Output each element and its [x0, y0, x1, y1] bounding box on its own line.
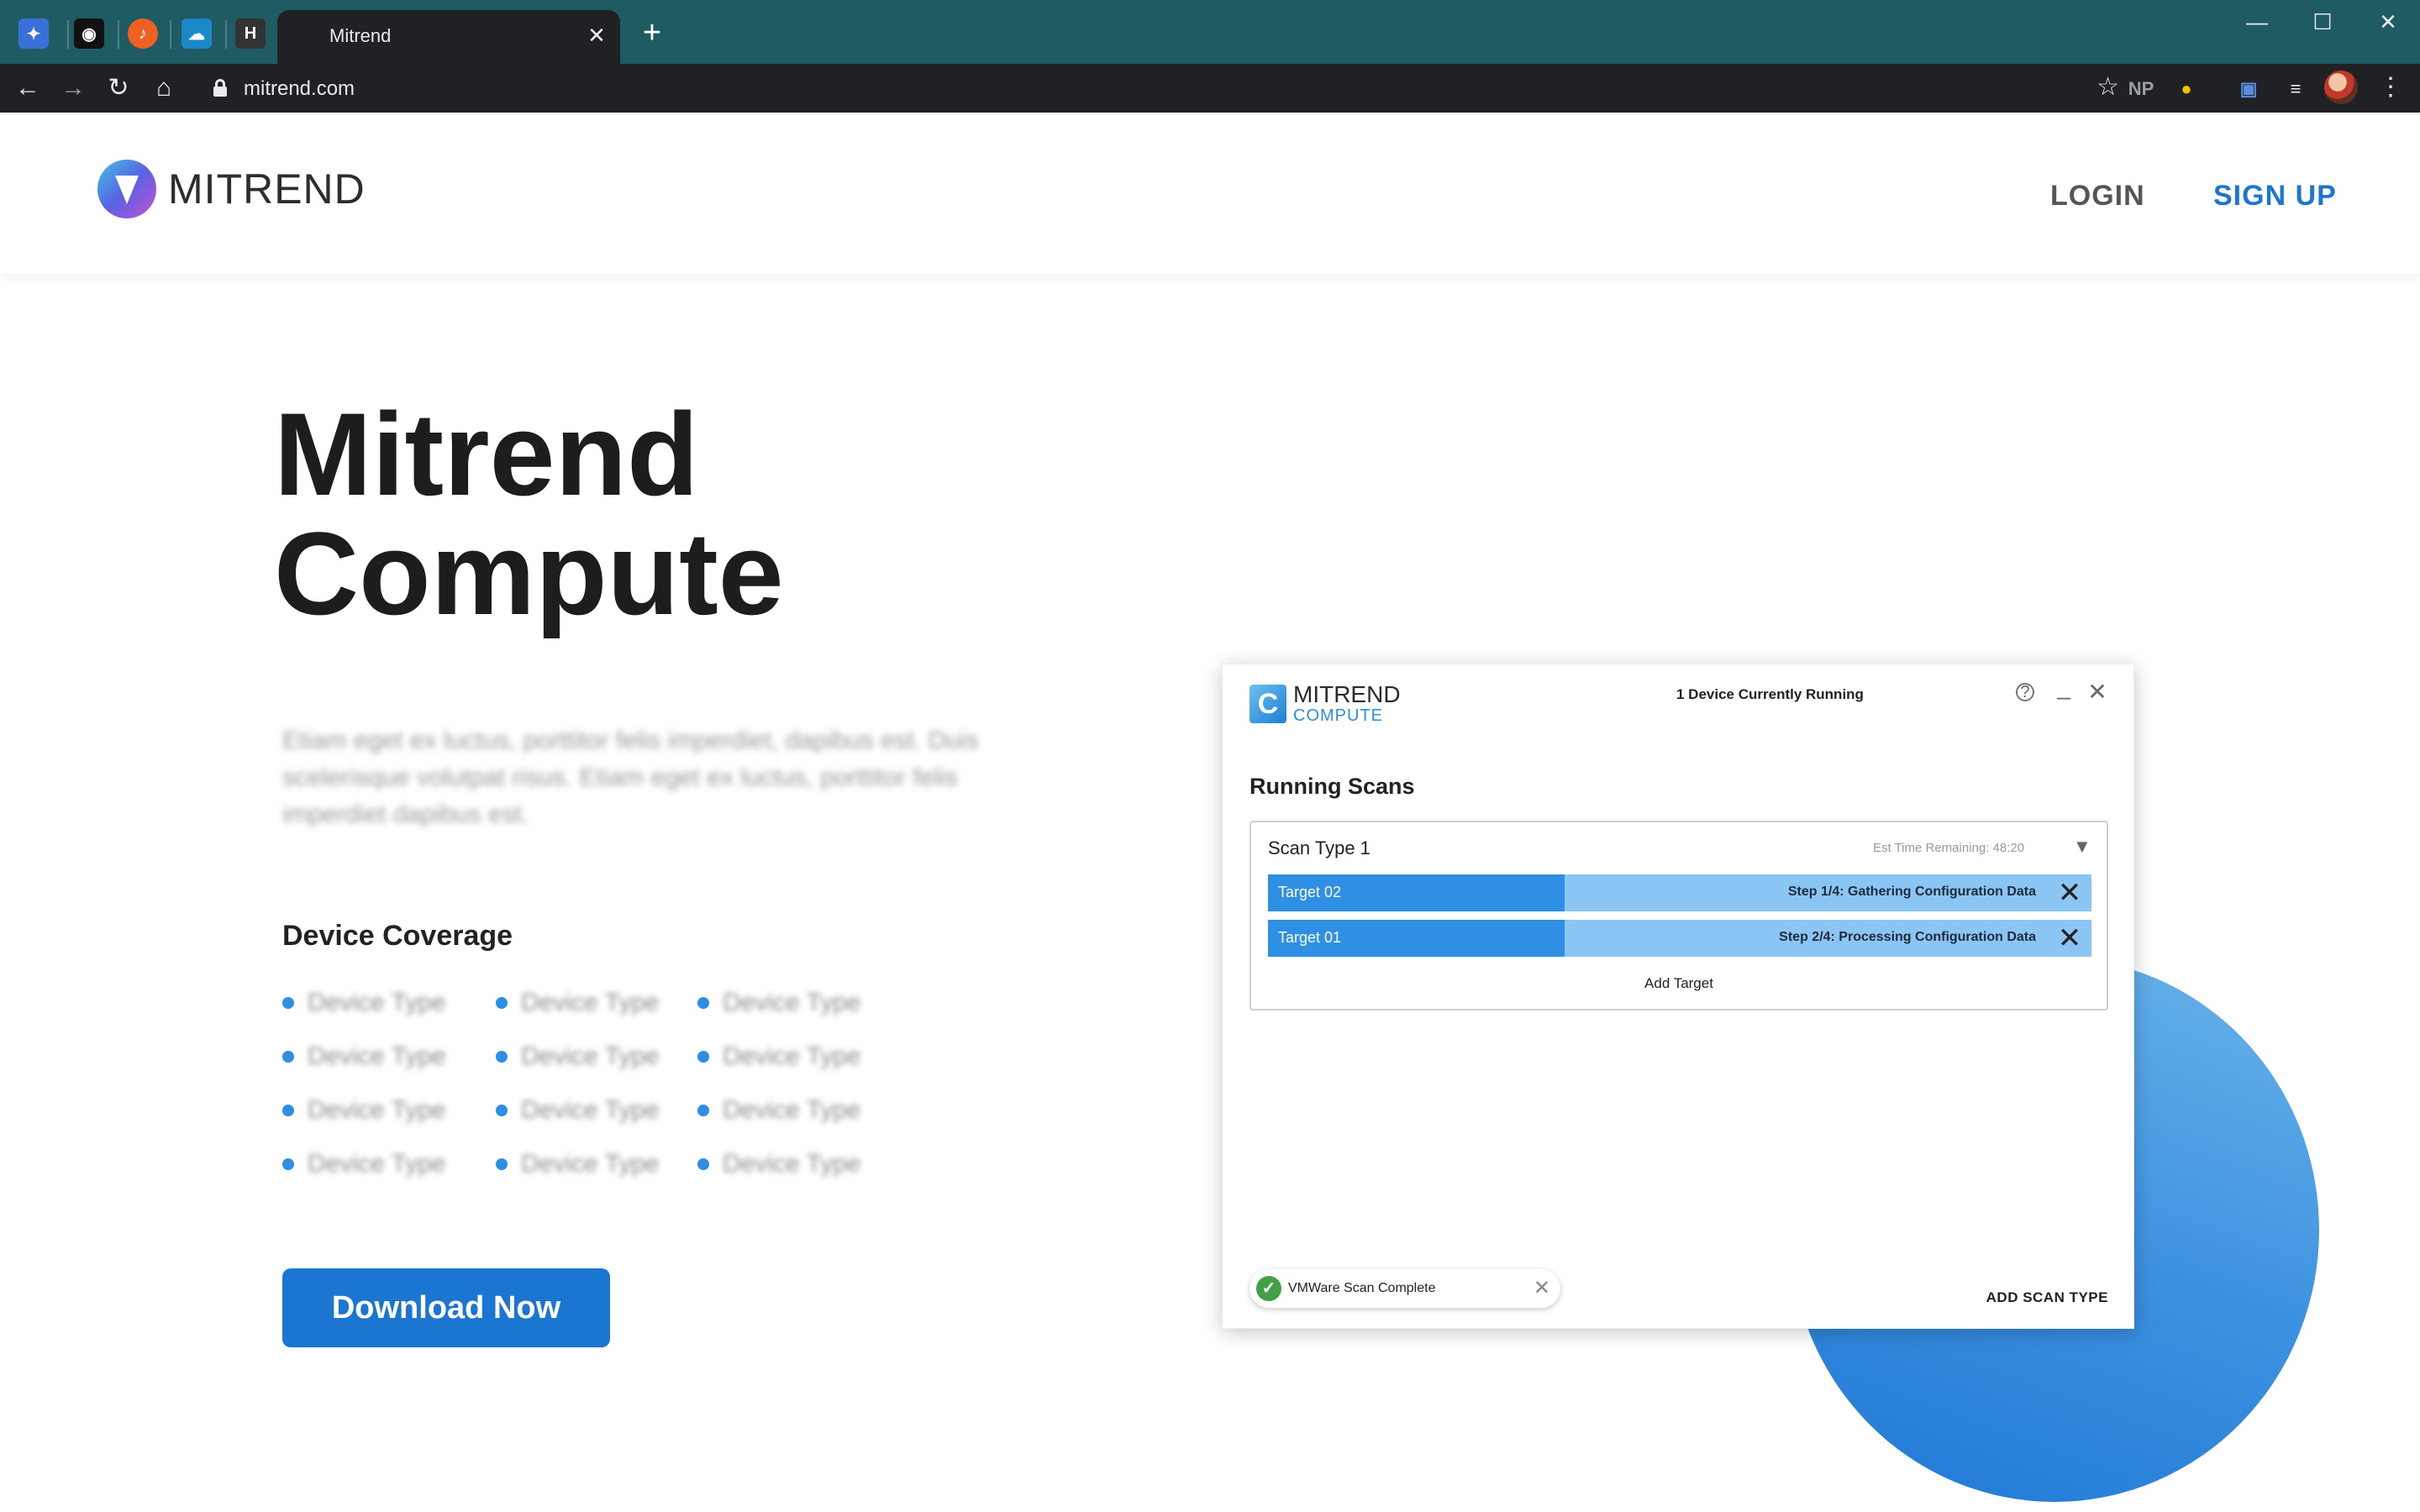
home-icon[interactable]: ⌂ — [148, 72, 180, 104]
help-icon[interactable]: ? — [2016, 683, 2034, 701]
media-queue-icon[interactable]: ≡ — [2282, 76, 2309, 102]
list-item: Device Type — [282, 1094, 446, 1127]
bullet-icon — [282, 1105, 294, 1116]
reload-icon[interactable]: ↻ — [103, 72, 134, 104]
tab-separator — [67, 20, 69, 49]
list-item: Device Type — [282, 1040, 446, 1074]
app-minimize-icon[interactable]: _ — [2049, 673, 2078, 701]
bullet-icon — [697, 997, 709, 1009]
target-step: Step 1/4: Gathering Configuration Data — [1787, 885, 2036, 899]
bullet-icon — [282, 1158, 294, 1170]
list-item: Device Type — [496, 986, 660, 1020]
url-text: mitrend.com — [244, 77, 355, 100]
est-time-remaining: Est Time Remaining: 48:20 — [1873, 841, 2025, 855]
scan-complete-toast: ✓ VMWare Scan Complete ✕ — [1249, 1269, 1560, 1308]
hero-title-line2: Compute — [274, 507, 784, 639]
bullet-icon — [697, 1105, 709, 1116]
cast-icon[interactable]: ▣ — [2235, 76, 2262, 102]
list-item: Device Type — [697, 986, 861, 1020]
app-close-icon[interactable]: ✕ — [2083, 678, 2112, 706]
music-app-icon[interactable]: ♪ — [128, 18, 158, 49]
check-icon: ✓ — [1256, 1276, 1281, 1301]
list-item: Device Type — [697, 1040, 861, 1074]
bookmark-star-icon[interactable]: ☆ — [2096, 72, 2119, 102]
list-item: Device Type — [697, 1147, 861, 1181]
pinned-tab-app-icon[interactable]: ✦ — [18, 18, 49, 49]
add-target-button[interactable]: Add Target — [1251, 975, 2107, 992]
target-name: Target 01 — [1278, 929, 1342, 946]
browser-toolbar: ← → ↻ ⌂ mitrend.com ☆ NP ● ▣ ≡ — [0, 64, 2420, 113]
cancel-target-icon[interactable]: ✕ — [2054, 923, 2085, 953]
bullet-icon — [697, 1051, 709, 1063]
tab-separator — [170, 20, 171, 49]
toast-message: VMWare Scan Complete — [1288, 1281, 1436, 1295]
site-header: MITREND LOGIN SIGN UP — [0, 113, 2420, 274]
add-scan-type-button[interactable]: ADD SCAN TYPE — [1986, 1289, 2108, 1306]
brand-name[interactable]: MITREND — [168, 165, 366, 213]
list-item: Device Type — [697, 1094, 861, 1127]
bullet-icon — [496, 1051, 508, 1063]
browser-tab-strip: ✦ ◉ ♪ ☁ H Mitrend ✕ + — ☐ ✕ — [0, 0, 2420, 64]
mitrend-logo-icon[interactable] — [97, 160, 156, 218]
bullet-icon — [496, 997, 508, 1009]
bullet-icon — [496, 1158, 508, 1170]
tab-separator — [118, 20, 119, 49]
running-scans-heading: Running Scans — [1249, 774, 1415, 799]
extension-emoji-icon[interactable]: ● — [2173, 76, 2200, 102]
lock-icon — [213, 79, 227, 97]
list-item: Device Type — [496, 1040, 660, 1074]
cancel-target-icon[interactable]: ✕ — [2054, 878, 2085, 908]
tab-separator — [225, 20, 227, 49]
tab-title: Mitrend — [329, 25, 392, 46]
app-logo-title: MITREND — [1293, 681, 1401, 707]
hero-title-line1: Mitrend — [274, 388, 699, 520]
target-row: Target 01 Step 2/4: Processing Configura… — [1268, 920, 2091, 957]
compute-app-window: C MITREND COMPUTE 1 Device Currently Run… — [1222, 664, 2134, 1329]
target-name: Target 02 — [1278, 884, 1342, 900]
tab-close-icon[interactable]: ✕ — [583, 22, 610, 49]
target-step: Step 2/4: Processing Configuration Data — [1779, 930, 2036, 944]
download-now-button[interactable]: Download Now — [282, 1268, 610, 1347]
scan-type-label: Scan Type 1 — [1268, 837, 1370, 858]
cloud-app-icon[interactable]: ☁ — [182, 18, 212, 49]
list-item: Device Type — [496, 1147, 660, 1181]
scan-card: Scan Type 1 Est Time Remaining: 48:20 ▼ … — [1249, 821, 2108, 1011]
list-item: Device Type — [496, 1094, 660, 1127]
address-bar[interactable]: mitrend.com ☆ — [195, 69, 2129, 108]
profile-avatar[interactable] — [2324, 71, 2358, 104]
collapse-caret-icon[interactable]: ▼ — [2073, 836, 2091, 858]
bullet-icon — [282, 997, 294, 1009]
tab-mitrend[interactable]: Mitrend ✕ — [277, 10, 620, 64]
window-minimize-button[interactable]: — — [2232, 7, 2282, 37]
hero-title: Mitrend Compute — [274, 395, 1030, 633]
browser-menu-icon[interactable]: ⋮ — [2378, 72, 2403, 102]
device-coverage-title: Device Coverage — [282, 920, 513, 952]
back-icon[interactable]: ← — [12, 72, 44, 104]
compute-logo-icon: C — [1249, 685, 1286, 723]
device-status-text: 1 Device Currently Running — [1676, 686, 1864, 702]
extension-np-icon[interactable]: NP — [2128, 76, 2154, 102]
target-row: Target 02 Step 1/4: Gathering Configurat… — [1268, 874, 2091, 911]
app-logo-subtitle: COMPUTE — [1293, 706, 1383, 725]
list-item: Device Type — [282, 986, 446, 1020]
toast-close-icon[interactable]: ✕ — [1534, 1276, 1550, 1300]
new-tab-button[interactable]: + — [637, 17, 667, 49]
github-icon[interactable]: ◉ — [74, 18, 104, 49]
bullet-icon — [697, 1158, 709, 1170]
h-app-icon[interactable]: H — [235, 18, 266, 49]
signup-link[interactable]: SIGN UP — [2213, 180, 2337, 213]
window-maximize-button[interactable]: ☐ — [2297, 7, 2348, 37]
window-close-button[interactable]: ✕ — [2363, 7, 2413, 37]
bullet-icon — [282, 1051, 294, 1063]
list-item: Device Type — [282, 1147, 446, 1181]
login-link[interactable]: LOGIN — [2050, 180, 2145, 213]
forward-icon[interactable]: → — [57, 72, 89, 104]
hero-description: Etiam eget ex luctus, porttitor felis im… — [282, 727, 979, 828]
bullet-icon — [496, 1105, 508, 1116]
